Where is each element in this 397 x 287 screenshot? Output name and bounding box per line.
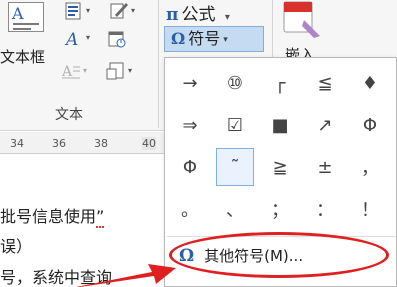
symbol-cell[interactable]: ⇒: [171, 106, 209, 144]
ruler-tick: 36: [52, 137, 66, 150]
chevron-down-icon[interactable]: ▾: [225, 12, 230, 23]
object-icon[interactable]: [106, 62, 124, 80]
textbox-icon-letter: A: [12, 4, 24, 23]
chevron-down-icon: ▾: [223, 34, 228, 45]
divider: [167, 236, 395, 237]
more-symbols-menu-item[interactable]: Ω 其他符号(M)...: [169, 242, 395, 270]
document-text-line[interactable]: 批号信息使用”: [0, 203, 105, 228]
symbol-cell[interactable]: Φ: [351, 106, 389, 144]
symbol-cell[interactable]: ；: [261, 190, 299, 228]
signature-line-icon[interactable]: [110, 1, 128, 19]
symbol-cell[interactable]: ≧: [261, 148, 299, 186]
symbol-cell[interactable]: ，: [351, 148, 389, 186]
wordart-icon[interactable]: A: [64, 29, 82, 50]
chevron-down-icon[interactable]: ▾: [128, 66, 132, 75]
formula-label: 公式: [181, 5, 216, 25]
svg-text:A: A: [64, 30, 78, 47]
embed-icon[interactable]: [280, 0, 324, 40]
omega-icon: Ω: [171, 29, 186, 48]
ruler-tick: 40: [142, 137, 156, 150]
quick-parts-icon[interactable]: [64, 2, 82, 20]
spelling-squiggle: ”: [96, 207, 105, 228]
chevron-down-icon[interactable]: ▾: [131, 6, 135, 15]
text-group-label: 文本: [55, 107, 83, 123]
chevron-down-icon[interactable]: ▾: [83, 66, 87, 75]
pi-icon: π: [166, 5, 179, 25]
chevron-down-icon[interactable]: ▾: [86, 6, 90, 15]
textbox-button[interactable]: A 文本框: [0, 0, 54, 68]
formula-button[interactable]: π 公式 ▾: [166, 0, 230, 25]
symbol-button[interactable]: Ω 符号 ▾: [164, 26, 264, 52]
textbox-icon: A: [8, 2, 44, 32]
document-text-line[interactable]: 误）: [0, 233, 32, 257]
ruler-tick: 34: [10, 137, 24, 150]
symbol-cell[interactable]: ┌: [261, 64, 299, 102]
document-text: 号，系统中查询: [0, 268, 113, 287]
symbol-cell[interactable]: ♦: [351, 64, 389, 102]
symbol-dropdown-panel: → ⑩ ┌ ≦ ♦ ⇒ ☑ ■ ↗ Φ Φ ˜ ≧ ±，。、；：！ Ω 其他符号(M)...: [164, 57, 397, 287]
symbol-cell[interactable]: ☑: [216, 106, 254, 144]
chevron-down-icon[interactable]: ▾: [86, 33, 90, 42]
symbol-grid: → ⑩ ┌ ≦ ♦ ⇒ ☑ ■ ↗ Φ Φ ˜ ≧ ±，。、；：！: [171, 64, 393, 232]
omega-icon: Ω: [179, 246, 195, 266]
document-text: 误）: [0, 237, 33, 256]
ribbon-group-divider: [158, 0, 159, 128]
symbol-cell[interactable]: ！: [351, 190, 389, 228]
symbol-cell[interactable]: ±: [306, 148, 344, 186]
symbol-cell[interactable]: 、: [216, 190, 254, 228]
ruler-tick: 38: [94, 137, 108, 150]
document-text: 批号信息使用: [0, 207, 97, 226]
symbol-cell[interactable]: →: [171, 64, 209, 102]
date-time-icon[interactable]: [108, 30, 126, 48]
symbol-cell[interactable]: ：: [306, 190, 344, 228]
drop-cap-icon[interactable]: A: [61, 62, 80, 80]
symbol-cell[interactable]: ⑩: [216, 64, 254, 102]
textbox-label: 文本框: [0, 48, 46, 66]
symbol-cell[interactable]: ↗: [306, 106, 344, 144]
symbol-label: 符号: [188, 29, 221, 48]
symbol-cell[interactable]: 。: [171, 190, 209, 228]
more-symbols-label: 其他符号(M)...: [204, 247, 304, 265]
symbol-cell[interactable]: ≦: [306, 64, 344, 102]
symbol-cell[interactable]: Φ: [171, 148, 209, 186]
symbol-cell[interactable]: ˜: [216, 148, 254, 186]
symbol-cell[interactable]: ■: [261, 106, 299, 144]
document-text-line[interactable]: 号，系统中查询: [0, 264, 112, 287]
